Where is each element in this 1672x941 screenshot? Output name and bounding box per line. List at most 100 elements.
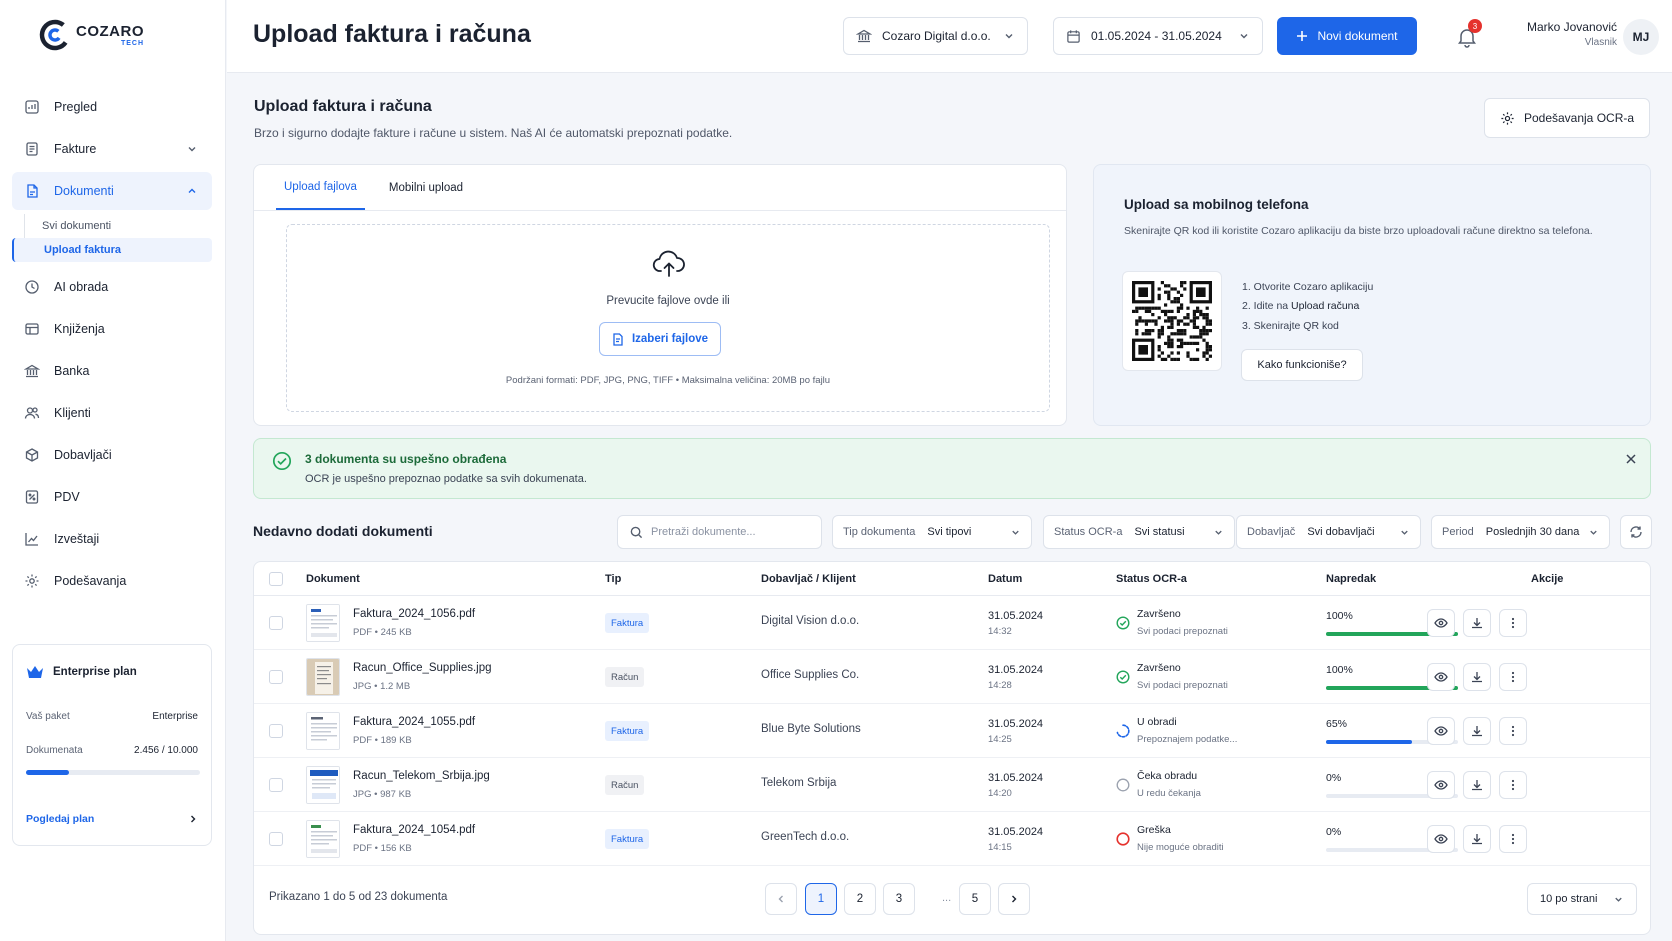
sidebar-item-banka[interactable]: Banka bbox=[12, 352, 212, 390]
tab-divider bbox=[254, 210, 1066, 211]
select-all-checkbox[interactable] bbox=[269, 572, 283, 586]
search-input[interactable] bbox=[651, 526, 811, 538]
more-button[interactable] bbox=[1499, 717, 1527, 745]
date-range-select[interactable]: 01.05.2024 - 31.05.2024 bbox=[1053, 17, 1263, 55]
column-header-date[interactable]: Datum bbox=[988, 573, 1022, 585]
sidebar-item-ai-obrada[interactable]: AI obrada bbox=[12, 268, 212, 306]
view-button[interactable] bbox=[1427, 825, 1455, 853]
tab-mobile-upload[interactable]: Mobilni upload bbox=[381, 165, 471, 210]
sidebar-item-fakture[interactable]: Fakture bbox=[12, 130, 212, 168]
view-button[interactable] bbox=[1427, 717, 1455, 745]
sidebar-item-klijenti[interactable]: Klijenti bbox=[12, 394, 212, 432]
refresh-button[interactable] bbox=[1620, 515, 1652, 549]
how-it-works-button[interactable]: Kako funkcioniše? bbox=[1241, 349, 1363, 381]
supplier-icon bbox=[25, 448, 39, 462]
document-name[interactable]: Faktura_2024_1056.pdf bbox=[353, 608, 475, 620]
table-row[interactable]: Faktura_2024_1054.pdf PDF • 156 KB Faktura… bbox=[254, 812, 1650, 866]
eye-icon bbox=[1434, 834, 1448, 844]
row-checkbox[interactable] bbox=[269, 724, 283, 738]
document-thumbnail[interactable] bbox=[306, 820, 340, 858]
sidebar-subitem-svi-dokumenti[interactable]: Svi dokumenti bbox=[12, 214, 212, 238]
choose-files-button[interactable]: Izaberi fajlove bbox=[599, 322, 721, 356]
view-button[interactable] bbox=[1427, 771, 1455, 799]
close-icon[interactable] bbox=[1624, 452, 1638, 466]
view-button[interactable] bbox=[1427, 663, 1455, 691]
sidebar-subitem-upload-faktura[interactable]: Upload faktura bbox=[12, 238, 212, 262]
sidebar-item-pdv[interactable]: PDV bbox=[12, 478, 212, 516]
chevron-up-icon bbox=[188, 188, 196, 193]
progress-bar-fill bbox=[1326, 740, 1412, 744]
document-thumbnail[interactable] bbox=[306, 658, 340, 696]
ocr-settings-button[interactable]: Podešavanja OCR-a bbox=[1484, 98, 1650, 138]
tab-upload-files[interactable]: Upload fajlova bbox=[276, 165, 365, 210]
download-button[interactable] bbox=[1463, 771, 1491, 799]
avatar[interactable]: MJ bbox=[1623, 19, 1659, 55]
new-document-button[interactable]: Novi dokument bbox=[1277, 17, 1417, 55]
sidebar-item-podesavanja[interactable]: Podešavanja bbox=[12, 562, 212, 600]
sidebar-item-dobavljaci[interactable]: Dobavljači bbox=[12, 436, 212, 474]
pagination-prev-button[interactable] bbox=[765, 883, 797, 915]
success-subtitle: OCR je uspešno prepoznao podatke sa svih… bbox=[305, 473, 587, 485]
document-name[interactable]: Racun_Office_Supplies.jpg bbox=[353, 662, 492, 674]
more-button[interactable] bbox=[1499, 825, 1527, 853]
row-checkbox[interactable] bbox=[269, 778, 283, 792]
document-thumbnail[interactable] bbox=[306, 766, 340, 804]
ocr-status-detail: Svi podaci prepoznati bbox=[1137, 626, 1228, 637]
row-checkbox[interactable] bbox=[269, 616, 283, 630]
pagination-page-1[interactable]: 1 bbox=[805, 883, 837, 915]
per-page-select[interactable]: 10 po strani bbox=[1527, 883, 1637, 915]
pagination-next-button[interactable] bbox=[998, 883, 1030, 915]
sidebar-item-pregled[interactable]: Pregled bbox=[12, 88, 212, 126]
table-row[interactable]: Racun_Office_Supplies.jpg JPG • 1.2 MB Rač… bbox=[254, 650, 1650, 704]
sidebar-item-knjizenja[interactable]: Knjiženja bbox=[12, 310, 212, 348]
ocr-status: Završeno bbox=[1137, 608, 1181, 620]
row-checkbox[interactable] bbox=[269, 670, 283, 684]
download-button[interactable] bbox=[1463, 825, 1491, 853]
table-row[interactable]: Faktura_2024_1055.pdf PDF • 189 KB Faktura… bbox=[254, 704, 1650, 758]
filter-supplier[interactable]: Dobavljač Svi dobavljači bbox=[1236, 515, 1421, 549]
column-header-progress[interactable]: Napredak bbox=[1326, 573, 1376, 585]
download-button[interactable] bbox=[1463, 717, 1491, 745]
download-button[interactable] bbox=[1463, 663, 1491, 691]
drop-zone[interactable]: Prevucite fajlove ovde ili Izaberi fajlo… bbox=[286, 224, 1050, 412]
document-name[interactable]: Faktura_2024_1054.pdf bbox=[353, 824, 475, 836]
view-button[interactable] bbox=[1427, 609, 1455, 637]
ocr-status: Čeka obradu bbox=[1137, 770, 1198, 782]
document-name[interactable]: Faktura_2024_1055.pdf bbox=[353, 716, 475, 728]
column-header-type[interactable]: Tip bbox=[605, 573, 621, 585]
sidebar-item-izvestaji[interactable]: Izveštaji bbox=[12, 520, 212, 558]
logo[interactable]: COZARO TECH bbox=[38, 18, 144, 52]
filter-period[interactable]: Period Poslednjih 30 dana bbox=[1431, 515, 1610, 549]
status-icon-wrap bbox=[1116, 724, 1130, 738]
more-button[interactable] bbox=[1499, 609, 1527, 637]
pagination-page-2[interactable]: 2 bbox=[844, 883, 876, 915]
document-date-time: 14:15 bbox=[988, 842, 1012, 854]
section-title: Upload faktura i računa bbox=[254, 98, 432, 115]
table-row[interactable]: Faktura_2024_1056.pdf PDF • 245 KB Faktura… bbox=[254, 596, 1650, 650]
more-button[interactable] bbox=[1499, 771, 1527, 799]
user-info[interactable]: Marko Jovanović Vlasnik bbox=[1487, 19, 1617, 50]
company-select[interactable]: Cozaro Digital d.o.o. bbox=[843, 17, 1028, 55]
filter-ocr-status[interactable]: Status OCR-a Svi statusi bbox=[1043, 515, 1235, 549]
sidebar-item-dokumenti[interactable]: Dokumenti bbox=[12, 172, 212, 210]
filter-document-type[interactable]: Tip dokumenta Svi tipovi bbox=[832, 515, 1032, 549]
dashboard-icon bbox=[25, 100, 39, 114]
column-header-supplier[interactable]: Dobavljač / Klijent bbox=[761, 573, 856, 585]
view-plan-link[interactable]: Pogledaj plan bbox=[26, 813, 198, 825]
pagination-page-5[interactable]: 5 bbox=[959, 883, 991, 915]
download-button[interactable] bbox=[1463, 609, 1491, 637]
pagination-page-3[interactable]: 3 bbox=[883, 883, 915, 915]
document-thumbnail[interactable] bbox=[306, 604, 340, 642]
column-header-document[interactable]: Dokument bbox=[306, 573, 360, 585]
column-header-ocr-status[interactable]: Status OCR-a bbox=[1116, 573, 1187, 585]
document-date-day: 31.05.2024 bbox=[988, 610, 1044, 622]
chevron-down-icon bbox=[1590, 530, 1597, 535]
search-box[interactable] bbox=[617, 515, 822, 549]
mobile-title: Upload sa mobilnog telefona bbox=[1124, 197, 1309, 212]
row-checkbox[interactable] bbox=[269, 832, 283, 846]
document-name[interactable]: Racun_Telekom_Srbija.jpg bbox=[353, 770, 490, 782]
more-button[interactable] bbox=[1499, 663, 1527, 691]
table-row[interactable]: Racun_Telekom_Srbija.jpg JPG • 987 KB Raču… bbox=[254, 758, 1650, 812]
ocr-settings-label: Podešavanja OCR-a bbox=[1523, 111, 1635, 125]
document-thumbnail[interactable] bbox=[306, 712, 340, 750]
